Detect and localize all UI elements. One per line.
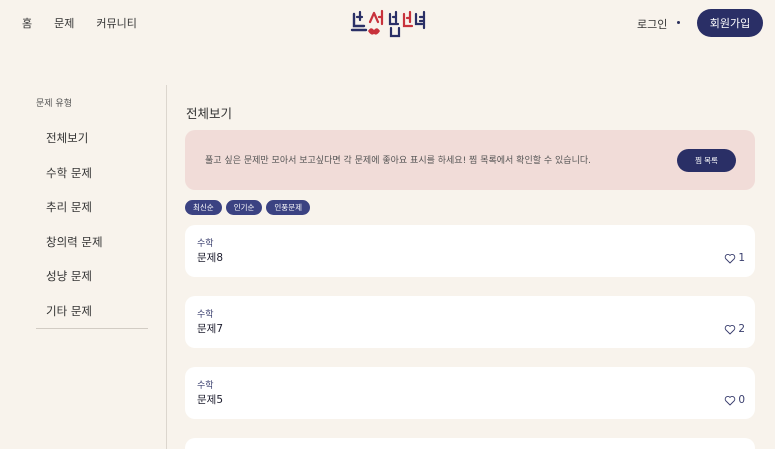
top-header: 홈 문제 커뮤니티 로그인 회원가입 <box>0 0 775 46</box>
like-count: 0 <box>738 394 745 406</box>
sort-featured-button[interactable]: 인풍문제 <box>266 200 311 215</box>
sidebar-item-all[interactable]: 전체보기 <box>36 130 148 165</box>
wishlist-button[interactable]: 찜 목록 <box>677 149 736 172</box>
problem-category: 수학 <box>197 381 214 391</box>
banner-text: 풀고 싶은 문제만 모아서 보고싶다면 각 문제에 좋아요 표시를 하세요! 찜… <box>205 156 592 166</box>
signup-button[interactable]: 회원가입 <box>697 9 763 37</box>
info-banner: 풀고 싶은 문제만 모아서 보고싶다면 각 문제에 좋아요 표시를 하세요! 찜… <box>185 130 755 190</box>
login-link[interactable]: 로그인 <box>637 16 667 32</box>
sidebar-title: 문제 유형 <box>36 99 72 109</box>
heart-icon[interactable] <box>724 253 736 264</box>
sidebar-divider <box>36 328 148 329</box>
heart-icon[interactable] <box>724 395 736 406</box>
separator-dot <box>677 21 680 24</box>
sidebar-item-other[interactable]: 기타 문제 <box>36 303 148 338</box>
main-nav: 홈 문제 커뮤니티 <box>22 15 159 31</box>
like-control[interactable]: 2 <box>724 323 745 335</box>
site-logo[interactable] <box>350 6 430 40</box>
problem-card[interactable]: 수학 문제7 2 <box>185 296 755 348</box>
problem-title: 문제5 <box>197 394 224 406</box>
like-control[interactable]: 0 <box>724 394 745 406</box>
problem-title: 문제7 <box>197 323 224 335</box>
sort-popular-button[interactable]: 인기순 <box>225 200 263 215</box>
page-title: 전체보기 <box>186 106 233 121</box>
nav-home[interactable]: 홈 <box>22 15 32 31</box>
problem-card[interactable]: 수학 문제8 1 <box>185 225 755 277</box>
nav-community[interactable]: 커뮤니티 <box>96 15 136 31</box>
content-divider <box>166 85 167 449</box>
sort-latest-button[interactable]: 최신순 <box>185 200 222 215</box>
heart-icon[interactable] <box>724 324 736 335</box>
like-count: 2 <box>738 323 745 335</box>
problem-title: 문제8 <box>197 252 224 264</box>
like-count: 1 <box>738 252 745 264</box>
problem-card[interactable]: 수학 문제5 0 <box>185 367 755 419</box>
sidebar-item-matchstick[interactable]: 성냥 문제 <box>36 268 148 303</box>
sidebar-item-creativity[interactable]: 창의력 문제 <box>36 234 148 269</box>
like-control[interactable]: 1 <box>724 252 745 264</box>
problem-category: 수학 <box>197 239 214 249</box>
nav-problems[interactable]: 문제 <box>54 15 74 31</box>
problem-card-partial[interactable] <box>185 438 755 449</box>
problem-category: 수학 <box>197 310 214 320</box>
sidebar-item-reasoning[interactable]: 추리 문제 <box>36 199 148 234</box>
category-sidebar: 문제 유형 전체보기 수학 문제 추리 문제 창의력 문제 성냥 문제 기타 문… <box>36 96 148 329</box>
sort-options: 최신순 인기순 인풍문제 <box>185 200 311 215</box>
sidebar-item-math[interactable]: 수학 문제 <box>36 165 148 200</box>
